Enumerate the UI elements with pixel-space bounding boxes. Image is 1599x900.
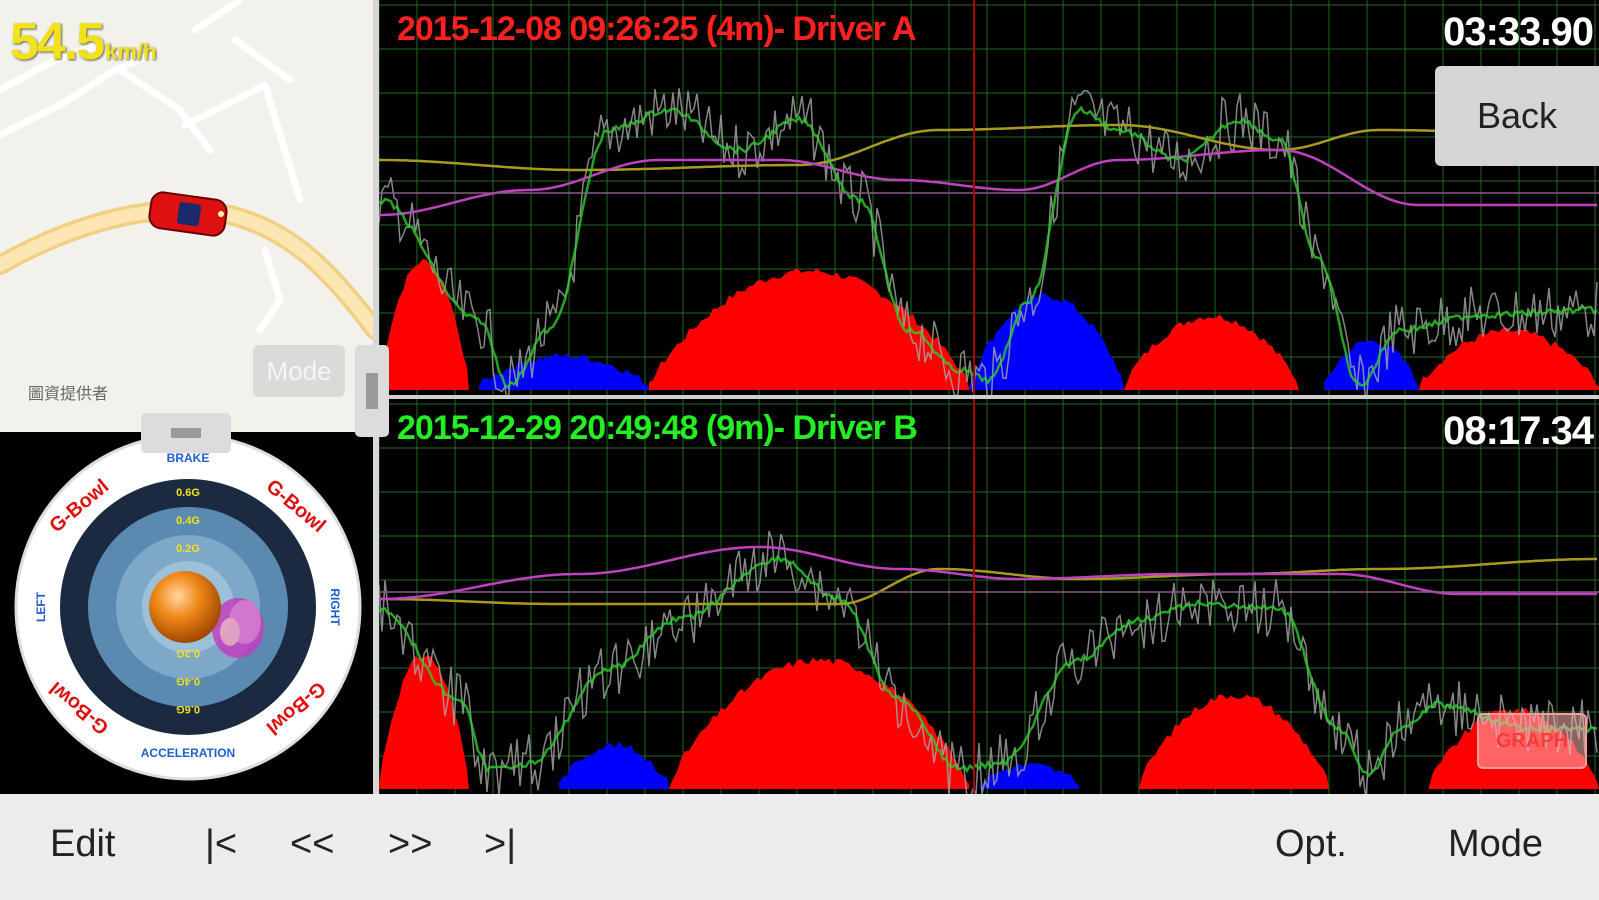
speed-readout: 54.5km/h [10, 12, 157, 72]
graph-button[interactable]: GRAPH [1477, 713, 1587, 769]
g-bowl-panel: BRAKE ACCELERATION LEFT RIGHT G-Bowl G-B… [0, 432, 375, 794]
rewind-button[interactable]: << [290, 794, 334, 900]
accel-area [559, 741, 669, 789]
brake-area [1124, 314, 1299, 390]
speed-unit: km/h [105, 39, 157, 64]
options-button[interactable]: Opt. [1275, 794, 1347, 900]
g-ball [149, 571, 221, 643]
telemetry-graph-b [379, 399, 1599, 794]
purple-line [379, 545, 1597, 601]
session-label-a: 2015-12-08 09:26:25 (4m)- Driver A [397, 10, 916, 48]
fast-forward-button[interactable]: >> [388, 794, 432, 900]
ring-label: 0.2G [176, 543, 200, 555]
ring-label: 0.6G [176, 487, 200, 499]
ring-label: 0.4G [176, 515, 200, 527]
g-bowl-right-label: RIGHT [328, 588, 342, 626]
session-label-b: 2015-12-29 20:49:48 (9m)- Driver B [397, 409, 918, 447]
speed-value: 54.5 [10, 13, 105, 71]
map-panel[interactable]: 54.5km/h 圖資提供者 Mode [0, 0, 375, 432]
telemetry-graph-a [379, 0, 1599, 395]
g-bowl-top-label: BRAKE [167, 451, 210, 465]
skip-to-end-button[interactable]: >| [484, 794, 516, 900]
brake-area [1139, 694, 1329, 789]
bottom-toolbar: Edit |< << >> >| Opt. Mode [0, 794, 1599, 900]
graph-panel-driver-a[interactable]: 2015-12-08 09:26:25 (4m)- Driver A 03:33… [379, 0, 1599, 395]
purple-line [379, 148, 1597, 217]
skip-to-start-button[interactable]: |< [205, 794, 237, 900]
lap-time-a: 03:33.90 [1443, 10, 1594, 54]
ring-label: 0.2G [176, 647, 200, 659]
map-mode-button[interactable]: Mode [253, 345, 345, 397]
car-icon [148, 191, 228, 237]
graph-panel-driver-b[interactable]: 2015-12-29 20:49:48 (9m)- Driver B 08:17… [379, 399, 1599, 794]
panel-resize-handle-horizontal[interactable] [141, 413, 231, 453]
edit-button[interactable]: Edit [50, 794, 115, 900]
lap-time-b: 08:17.34 [1443, 409, 1594, 453]
ring-label: 0.4G [176, 675, 200, 687]
olive-line [379, 123, 1597, 172]
brake-area [1419, 327, 1599, 390]
g-bowl-bottom-label: ACCELERATION [141, 746, 235, 760]
ring-label: 0.6G [176, 703, 200, 715]
map-credit: 圖資提供者 [28, 386, 109, 403]
g-bowl-gauge: BRAKE ACCELERATION LEFT RIGHT G-Bowl G-B… [14, 433, 362, 781]
panel-resize-handle-vertical[interactable] [355, 345, 389, 437]
olive-line [379, 557, 1597, 606]
mode-button[interactable]: Mode [1448, 794, 1543, 900]
g-bowl-left-label: LEFT [34, 591, 48, 622]
back-button[interactable]: Back [1435, 66, 1599, 166]
